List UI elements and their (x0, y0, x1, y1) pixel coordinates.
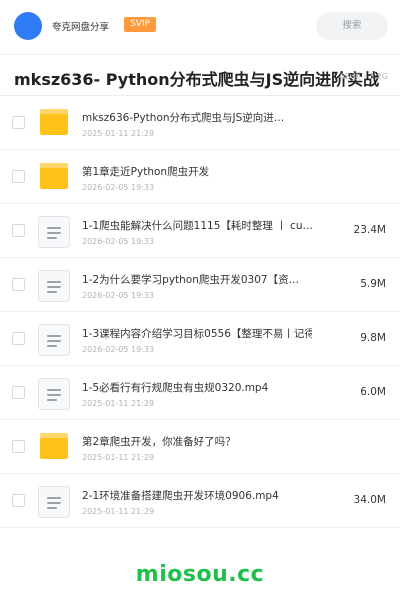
file-name[interactable]: 1-2为什么要学习python爬虫开发0307【资… (82, 272, 312, 287)
file-name[interactable]: 第2章爬虫开发，你准备好了吗？ (82, 434, 312, 449)
file-size: 23.4M (353, 224, 386, 236)
select-checkbox[interactable] (12, 224, 25, 237)
file-date: 2026-02-05 19:33 (82, 345, 155, 354)
file-date: 2025-01-11 21:29 (82, 129, 155, 138)
file-size: 9.8M (360, 332, 386, 344)
file-date: 2025-01-11 21:29 (82, 399, 155, 408)
meta-separator: · (363, 72, 367, 81)
file-date: 2026-02-05 19:33 (82, 183, 155, 192)
folder-icon (40, 433, 68, 459)
folder-icon (40, 109, 68, 135)
file-date: 2025-01-11 21:29 (82, 453, 155, 462)
file-name[interactable]: 1-1爬虫能解决什么问题1115【耗时整理 丨 cu… (82, 218, 312, 233)
file-date: 2025-01-11 21:29 (82, 507, 155, 516)
total-size: 3.2G (369, 72, 388, 81)
item-count: 08 项 (339, 72, 361, 81)
file-name[interactable]: 第1章走近Python爬虫开发 (82, 164, 312, 179)
search-input[interactable]: 搜索 (316, 12, 388, 40)
page-title: mksz636- Python分布式爬虫与JS逆向进阶实战 (14, 70, 380, 89)
file-size: 5.9M (360, 278, 386, 290)
file-size: 34.0M (353, 494, 386, 506)
select-checkbox[interactable] (12, 170, 25, 183)
share-title-bar: mksz636- Python分布式爬虫与JS逆向进阶实战 08 项 · 3.2G (0, 54, 400, 96)
brand-name: 夸克网盘分享 (52, 22, 110, 33)
file-row[interactable]: 1-3课程内容介绍学习目标0556【整理不易丨记得… 2026-02-05 19:… (0, 312, 400, 366)
file-icon (38, 378, 70, 410)
file-icon (38, 486, 70, 518)
file-row[interactable]: 第1章走近Python爬虫开发 2026-02-05 19:33 (0, 150, 400, 204)
file-name[interactable]: 2-1环境准备搭建爬虫开发环境0906.mp4 (82, 488, 312, 503)
header: 夸克网盘分享 SVIP 搜索 (0, 0, 400, 54)
svip-badge: SVIP (124, 17, 156, 32)
file-row[interactable]: 1-1爬虫能解决什么问题1115【耗时整理 丨 cu… 2026-02-05 19… (0, 204, 400, 258)
file-name[interactable]: 1-3课程内容介绍学习目标0556【整理不易丨记得… (82, 326, 312, 341)
select-checkbox[interactable] (12, 116, 25, 129)
avatar[interactable] (14, 12, 42, 40)
file-row[interactable]: mksz636-Python分布式爬虫与JS逆向进… 2025-01-11 21:… (0, 96, 400, 150)
file-list: mksz636-Python分布式爬虫与JS逆向进… 2025-01-11 21:… (0, 96, 400, 528)
file-icon (38, 324, 70, 356)
share-meta: 08 项 · 3.2G (340, 71, 388, 82)
file-row[interactable]: 1-2为什么要学习python爬虫开发0307【资… 2026-02-05 19:… (0, 258, 400, 312)
select-checkbox[interactable] (12, 278, 25, 291)
file-date: 2026-02-05 19:33 (82, 291, 155, 300)
file-row[interactable]: 1-5必看行有行规爬虫有虫规0320.mp4 2025-01-11 21:29 6.… (0, 366, 400, 420)
watermark: miosou.cc (135, 562, 265, 587)
file-icon (38, 270, 70, 302)
file-name[interactable]: mksz636-Python分布式爬虫与JS逆向进… (82, 110, 312, 125)
select-checkbox[interactable] (12, 386, 25, 399)
select-checkbox[interactable] (12, 440, 25, 453)
select-checkbox[interactable] (12, 494, 25, 507)
folder-icon (40, 163, 68, 189)
file-date: 2026-02-05 19:33 (82, 237, 155, 246)
file-icon (38, 216, 70, 248)
file-size: 6.0M (360, 386, 386, 398)
file-row[interactable]: 2-1环境准备搭建爬虫开发环境0906.mp4 2025-01-11 21:29 3… (0, 474, 400, 528)
file-row[interactable]: 第2章爬虫开发，你准备好了吗？ 2025-01-11 21:29 (0, 420, 400, 474)
select-checkbox[interactable] (12, 332, 25, 345)
file-name[interactable]: 1-5必看行有行规爬虫有虫规0320.mp4 (82, 380, 312, 395)
